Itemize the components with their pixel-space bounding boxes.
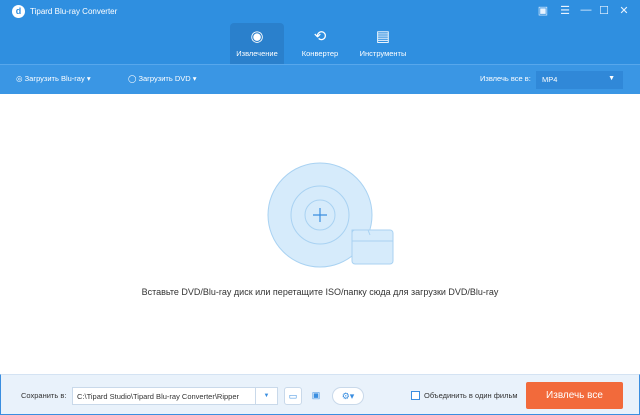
load-bluray-label: Загрузить Blu-ray [24, 74, 85, 83]
tab-converter[interactable]: ⟲ Конвертер [293, 23, 347, 64]
chevron-down-icon[interactable]: ▼ [255, 388, 277, 404]
tab-ripper[interactable]: ◉ Извлечение [230, 23, 284, 64]
drop-area[interactable]: Вставьте DVD/Blu-ray диск или перетащите… [0, 94, 640, 374]
save-path-value: C:\Tipard Studio\Tipard Blu-ray Converte… [77, 392, 240, 401]
extract-all-to-label: Извлечь все в: [480, 74, 531, 83]
extract-all-button[interactable]: Извлечь все [526, 382, 623, 409]
footer: Сохранить в: C:\Tipard Studio\Tipard Blu… [0, 374, 640, 415]
tab-label: Извлечение [236, 49, 278, 58]
close-button[interactable]: ✕ [616, 4, 632, 17]
app-title: Tipard Blu-ray Converter [30, 7, 118, 16]
toolbox-icon: ▤ [375, 28, 391, 45]
format-select[interactable]: MP4 ▼ [536, 71, 623, 89]
load-dvd-button[interactable]: ◯ Загрузить DVD ▾ [128, 74, 197, 83]
title-bar: d Tipard Blu-ray Converter ▣ ☰ — ☐ ✕ ◉ Из… [0, 0, 640, 64]
app-logo-icon: d [12, 5, 25, 18]
open-folder-button[interactable]: ▭ [284, 387, 302, 405]
tab-toolbox[interactable]: ▤ Инструменты [356, 23, 410, 64]
tab-label: Инструменты [359, 49, 407, 58]
maximize-button[interactable]: ☐ [596, 4, 612, 17]
merge-label: Объединить в один фильм [424, 391, 518, 400]
chevron-down-icon: ▼ [608, 75, 615, 82]
load-dvd-label: Загрузить DVD [138, 74, 191, 83]
save-path-select[interactable]: C:\Tipard Studio\Tipard Blu-ray Converte… [72, 387, 278, 405]
tab-label: Конвертер [301, 49, 339, 58]
format-value: MP4 [542, 75, 558, 84]
load-bluray-button[interactable]: ◎ Загрузить Blu-ray ▾ [16, 74, 91, 83]
add-disc-icon[interactable] [0, 94, 640, 284]
save-to-label: Сохранить в: [21, 391, 67, 400]
drop-hint: Вставьте DVD/Blu-ray диск или перетащите… [141, 287, 499, 297]
minimize-button[interactable]: — [578, 4, 594, 16]
settings-button[interactable]: ⚙▾ [332, 387, 364, 405]
convert-icon: ⟲ [313, 28, 327, 45]
merge-checkbox[interactable] [411, 391, 420, 400]
feedback-icon[interactable]: ▣ [535, 4, 551, 17]
hardware-acceleration-icon[interactable]: ▣ [307, 387, 325, 405]
toolbar: ◎ Загрузить Blu-ray ▾ ◯ Загрузить DVD ▾ … [0, 64, 640, 94]
disc-icon: ◉ [250, 28, 264, 45]
menu-icon[interactable]: ☰ [557, 4, 573, 17]
